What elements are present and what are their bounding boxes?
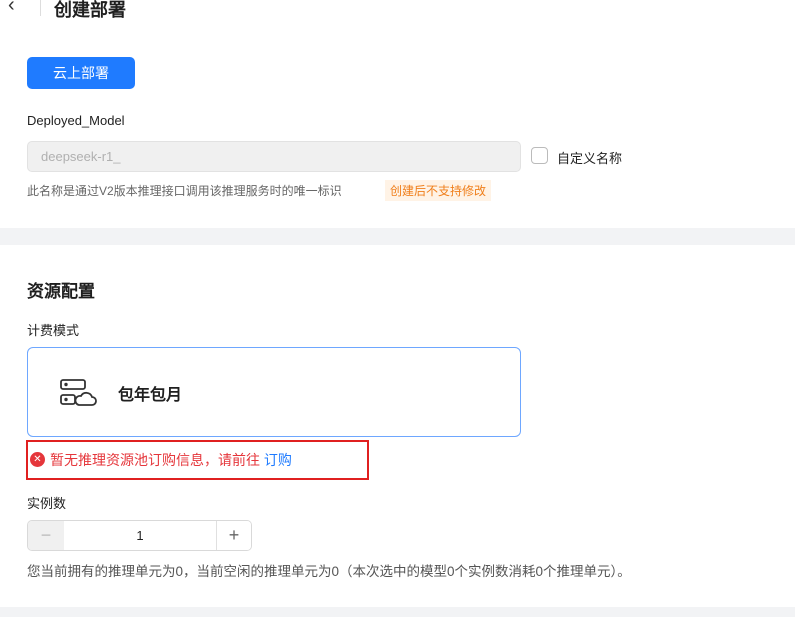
back-icon[interactable]: ‹ xyxy=(8,0,15,17)
model-name-input[interactable]: deepseek-r1_ xyxy=(27,141,521,172)
section-title: 资源配置 xyxy=(27,282,95,301)
subscribe-link[interactable]: 订购 xyxy=(264,452,292,468)
model-name-label: Deployed_Model xyxy=(27,113,125,128)
error-message: ✕ 暂无推理资源池订购信息，请前往 订购 xyxy=(26,440,369,480)
billing-option-label: 包年包月 xyxy=(118,387,183,404)
deploy-card: ‹ 创建部署 云上部署 Deployed_Model deepseek-r1_ … xyxy=(0,0,795,228)
error-icon: ✕ xyxy=(30,452,45,467)
increment-button[interactable]: + xyxy=(217,521,251,550)
server-cloud-icon xyxy=(60,379,97,406)
billing-option-yearly-monthly[interactable]: 包年包月 xyxy=(27,347,521,437)
error-text: 暂无推理资源池订购信息，请前往 xyxy=(50,452,260,468)
immutable-tag: 创建后不支持修改 xyxy=(385,180,492,201)
divider xyxy=(40,0,41,16)
custom-name-label[interactable]: 自定义名称 xyxy=(557,148,622,167)
usage-info: 您当前拥有的推理单元为0，当前空闲的推理单元为0（本次选中的模型0个实例数消耗0… xyxy=(27,564,631,579)
cloud-deploy-button[interactable]: 云上部署 xyxy=(27,57,135,89)
instances-label: 实例数 xyxy=(27,496,67,511)
instances-input[interactable]: 1 xyxy=(64,521,217,550)
resource-card: 资源配置 计费模式 包年包月 ✕ 暂无推理资源池订购信息，请前往 订购 实例数 … xyxy=(0,245,795,607)
decrement-button[interactable]: − xyxy=(28,521,64,550)
instances-stepper: − 1 + xyxy=(27,520,252,551)
billing-label: 计费模式 xyxy=(27,323,80,338)
custom-name-checkbox[interactable] xyxy=(531,147,548,164)
page-title: 创建部署 xyxy=(54,0,126,20)
name-hint: 此名称是通过V2版本推理接口调用该推理服务时的唯一标识 xyxy=(27,184,342,198)
